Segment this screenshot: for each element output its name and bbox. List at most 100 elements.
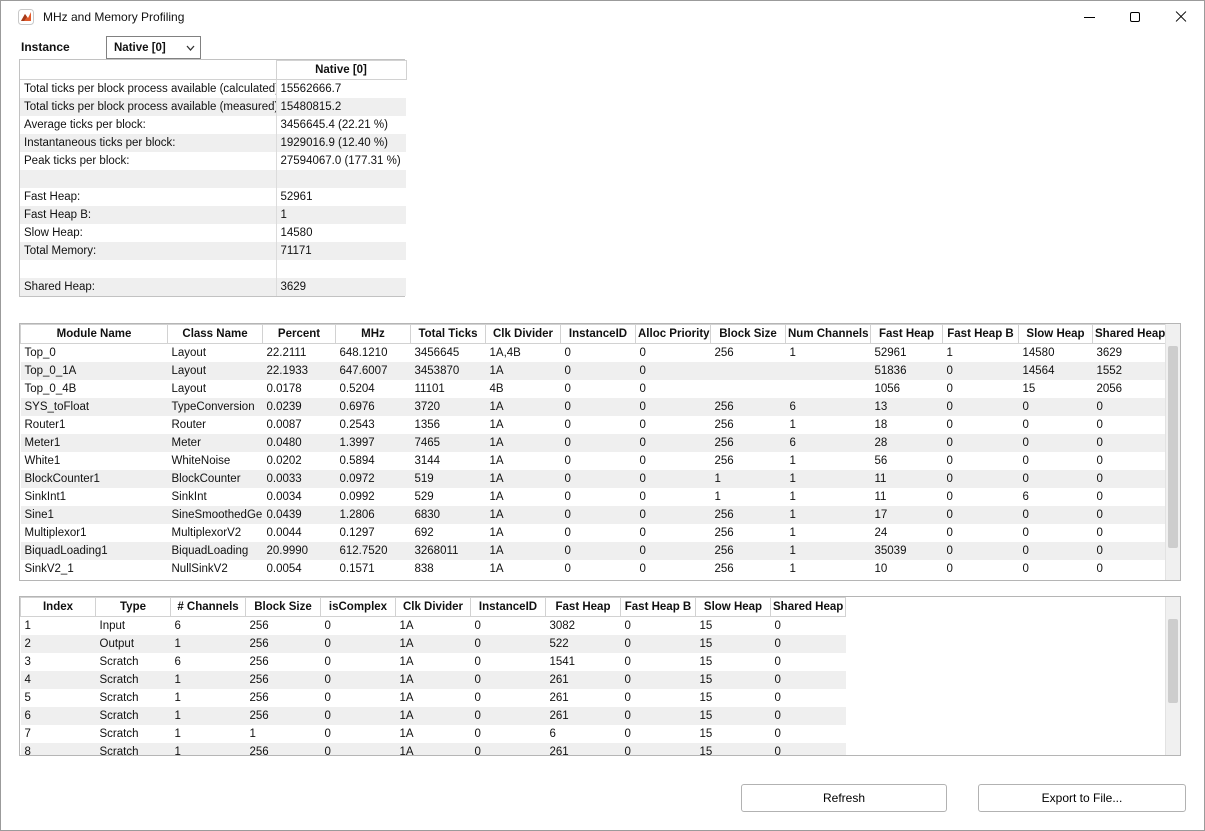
table-cell[interactable]: Scratch bbox=[96, 689, 171, 707]
table-row[interactable]: Slow Heap:14580 bbox=[20, 224, 406, 242]
table-cell[interactable]: 1 bbox=[711, 488, 786, 506]
column-header[interactable]: Type bbox=[96, 598, 171, 617]
table-cell[interactable]: 51836 bbox=[871, 362, 943, 380]
table-cell[interactable]: 256 bbox=[711, 434, 786, 452]
table-cell[interactable]: 18 bbox=[871, 416, 943, 434]
table-cell[interactable]: 0 bbox=[636, 434, 711, 452]
table-cell[interactable]: Sine1 bbox=[21, 506, 168, 524]
table-cell[interactable]: 0.0239 bbox=[263, 398, 336, 416]
table-cell[interactable]: 1 bbox=[171, 707, 246, 725]
table-cell[interactable]: WhiteNoise bbox=[168, 452, 263, 470]
table-cell[interactable]: 3456645 bbox=[411, 344, 486, 362]
table-cell[interactable]: 0 bbox=[943, 434, 1019, 452]
table-cell[interactable]: SYS_toFloat bbox=[21, 398, 168, 416]
table-cell[interactable]: 1 bbox=[786, 452, 871, 470]
table-row[interactable]: SYS_toFloatTypeConversion0.02390.6976372… bbox=[21, 398, 1168, 416]
table-cell[interactable] bbox=[711, 362, 786, 380]
table-cell[interactable]: SinkV2_1 bbox=[21, 560, 168, 578]
table-row[interactable]: 2Output125601A05220150 bbox=[21, 635, 846, 653]
column-header[interactable]: Fast Heap bbox=[871, 325, 943, 344]
table-cell[interactable]: Scratch bbox=[96, 725, 171, 743]
table-cell[interactable]: Meter1 bbox=[21, 434, 168, 452]
column-header[interactable]: # Channels bbox=[171, 598, 246, 617]
table-cell[interactable]: 0 bbox=[636, 470, 711, 488]
table-cell[interactable]: BiquadLoading bbox=[168, 542, 263, 560]
table-cell[interactable]: 1 bbox=[786, 506, 871, 524]
table-cell[interactable]: 0 bbox=[771, 689, 846, 707]
table-cell[interactable]: 1 bbox=[276, 206, 406, 224]
table-cell[interactable]: 1 bbox=[786, 560, 871, 578]
table-row[interactable]: 6Scratch125601A02610150 bbox=[21, 707, 846, 725]
table-cell[interactable]: 1A bbox=[486, 488, 561, 506]
module-table-scrollbar[interactable] bbox=[1165, 324, 1180, 580]
column-header[interactable]: Module Name bbox=[21, 325, 168, 344]
table-cell[interactable]: 56 bbox=[871, 452, 943, 470]
table-cell[interactable]: 1A bbox=[396, 743, 471, 757]
table-cell[interactable]: 0 bbox=[321, 617, 396, 635]
table-row[interactable]: Total ticks per block process available … bbox=[20, 98, 406, 116]
table-cell[interactable]: 15480815.2 bbox=[276, 98, 406, 116]
table-cell[interactable]: 0 bbox=[561, 488, 636, 506]
table-cell[interactable]: 0 bbox=[771, 671, 846, 689]
table-cell[interactable]: 256 bbox=[246, 689, 321, 707]
table-cell[interactable]: 0 bbox=[636, 560, 711, 578]
instance-dropdown[interactable]: Native [0] bbox=[106, 36, 201, 59]
table-cell[interactable]: 0 bbox=[1019, 542, 1093, 560]
table-cell[interactable]: 6 bbox=[171, 617, 246, 635]
table-cell[interactable]: 52961 bbox=[871, 344, 943, 362]
table-cell[interactable]: BlockCounter1 bbox=[21, 470, 168, 488]
table-cell[interactable]: Scratch bbox=[96, 671, 171, 689]
table-row[interactable]: BlockCounter1BlockCounter0.00330.0972519… bbox=[21, 470, 1168, 488]
table-cell[interactable]: 15 bbox=[696, 725, 771, 743]
table-row[interactable]: Sine1SineSmoothedGen0.04391.280668301A00… bbox=[21, 506, 1168, 524]
table-cell[interactable]: 6 bbox=[786, 434, 871, 452]
column-header[interactable]: Shared Heap bbox=[1093, 325, 1168, 344]
table-cell[interactable]: 0 bbox=[943, 524, 1019, 542]
table-cell[interactable]: 1 bbox=[171, 635, 246, 653]
table-cell[interactable]: 0.0044 bbox=[263, 524, 336, 542]
column-header[interactable]: Total Ticks bbox=[411, 325, 486, 344]
table-cell[interactable]: 0 bbox=[561, 398, 636, 416]
table-cell[interactable]: 0 bbox=[771, 617, 846, 635]
table-cell[interactable]: 256 bbox=[246, 653, 321, 671]
table-cell[interactable]: 1A bbox=[486, 398, 561, 416]
table-cell[interactable]: 6 bbox=[786, 398, 871, 416]
table-cell[interactable]: 17 bbox=[871, 506, 943, 524]
table-row[interactable]: Multiplexor1MultiplexorV20.00440.1297692… bbox=[21, 524, 1168, 542]
column-header[interactable]: isComplex bbox=[321, 598, 396, 617]
table-cell[interactable]: 256 bbox=[246, 617, 321, 635]
table-cell[interactable]: 0 bbox=[943, 542, 1019, 560]
table-cell[interactable]: Scratch bbox=[96, 707, 171, 725]
table-cell[interactable]: 35039 bbox=[871, 542, 943, 560]
column-header[interactable]: Shared Heap bbox=[771, 598, 846, 617]
table-cell[interactable]: 1A bbox=[396, 707, 471, 725]
table-cell[interactable]: 3144 bbox=[411, 452, 486, 470]
table-cell[interactable]: 0 bbox=[636, 398, 711, 416]
table-row[interactable]: 7Scratch1101A060150 bbox=[21, 725, 846, 743]
table-cell[interactable]: 0 bbox=[321, 689, 396, 707]
table-cell[interactable]: 1A bbox=[486, 542, 561, 560]
table-cell[interactable]: 0 bbox=[321, 725, 396, 743]
table-cell[interactable]: 0 bbox=[636, 488, 711, 506]
table-cell[interactable]: 0 bbox=[636, 542, 711, 560]
table-cell[interactable]: 6 bbox=[171, 653, 246, 671]
table-cell[interactable]: 0.1297 bbox=[336, 524, 411, 542]
table-cell[interactable]: 1A bbox=[396, 725, 471, 743]
table-cell[interactable]: 0.0439 bbox=[263, 506, 336, 524]
table-cell[interactable]: Scratch bbox=[96, 743, 171, 757]
table-cell[interactable]: 0 bbox=[943, 398, 1019, 416]
table-cell[interactable]: 0.6976 bbox=[336, 398, 411, 416]
table-cell[interactable]: Slow Heap: bbox=[20, 224, 276, 242]
table-cell[interactable]: 1A bbox=[396, 689, 471, 707]
table-cell[interactable]: Total ticks per block process available … bbox=[20, 98, 276, 116]
table-cell[interactable] bbox=[786, 380, 871, 398]
table-cell[interactable]: 0 bbox=[771, 743, 846, 757]
table-cell[interactable]: 0 bbox=[1093, 398, 1168, 416]
table-cell[interactable]: 0 bbox=[321, 653, 396, 671]
table-cell[interactable]: Layout bbox=[168, 380, 263, 398]
table-cell[interactable]: 0 bbox=[561, 380, 636, 398]
table-row[interactable]: SinkV2_1NullSinkV20.00540.15718381A00256… bbox=[21, 560, 1168, 578]
table-cell[interactable]: 256 bbox=[246, 707, 321, 725]
table-cell[interactable]: 1 bbox=[786, 470, 871, 488]
table-row[interactable]: Average ticks per block:3456645.4 (22.21… bbox=[20, 116, 406, 134]
